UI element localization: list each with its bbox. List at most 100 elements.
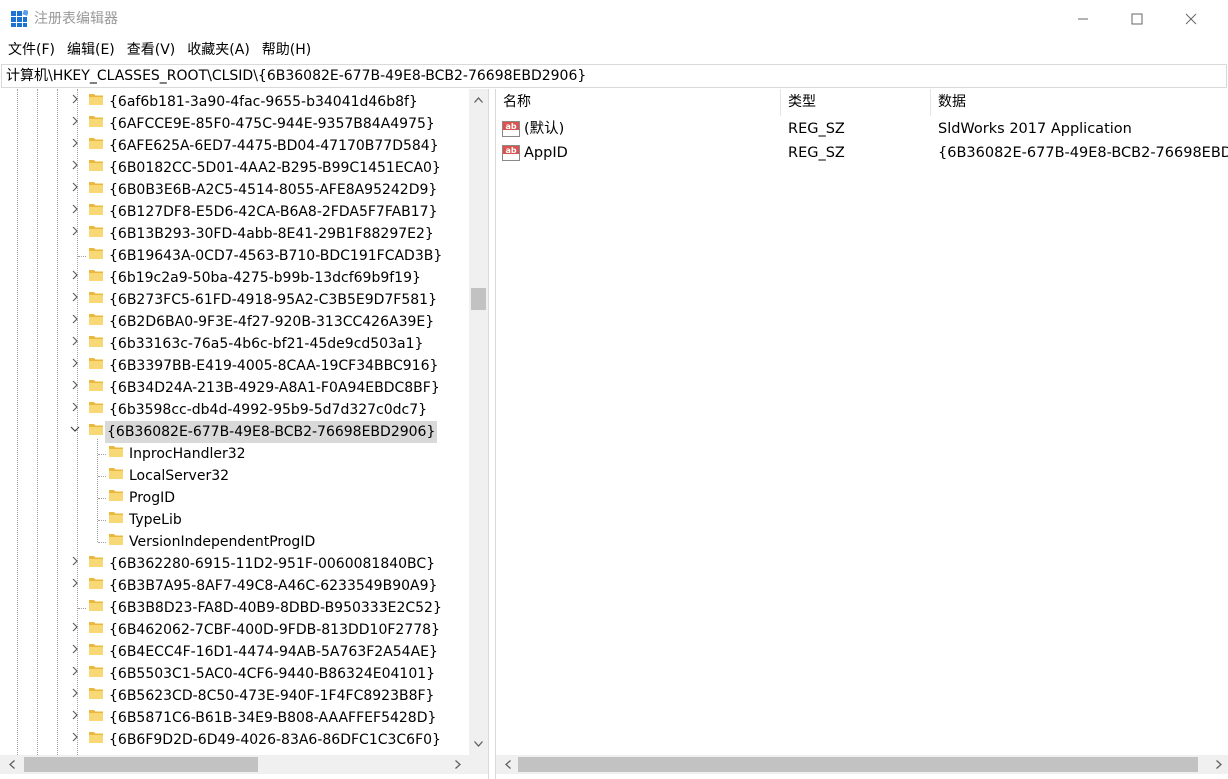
- tree-expander[interactable]: [68, 223, 82, 239]
- value-data: SldWorks 2017 Application: [938, 121, 1132, 137]
- scroll-right-arrow[interactable]: [449, 755, 466, 774]
- tree-expander[interactable]: [68, 311, 82, 327]
- chevron-left-icon: [504, 760, 511, 769]
- menu-favorites[interactable]: 收藏夹(A): [181, 38, 256, 62]
- list-horizontal-scrollbar[interactable]: [496, 755, 1228, 774]
- tree-guide-line: [97, 439, 98, 542]
- tree-expander[interactable]: [68, 355, 82, 371]
- title-bar[interactable]: 注册表编辑器: [0, 0, 1228, 38]
- tree-node-label: {6B3B8D23-FA8D-40B9-8DBD-B950333E2C52}: [109, 600, 442, 616]
- scroll-up-arrow[interactable]: [469, 91, 488, 108]
- folder-icon: [89, 116, 103, 127]
- tree-expander[interactable]: [68, 663, 82, 679]
- registry-editor-icon: [11, 10, 28, 27]
- folder-icon: [89, 578, 103, 589]
- tree-vscroll-thumb[interactable]: [471, 288, 486, 310]
- string-value-icon: ab: [502, 145, 520, 161]
- tree-expander[interactable]: [68, 201, 82, 217]
- tree-expander[interactable]: [68, 399, 82, 415]
- tree-node-label: {6B5503C1-5AC0-4CF6-9440-B86324E04101}: [109, 666, 436, 682]
- list-hscroll-thumb[interactable]: [518, 757, 1198, 772]
- tree-expander[interactable]: [68, 377, 82, 393]
- chevron-right-icon: [1215, 760, 1222, 769]
- tree-expander[interactable]: [68, 685, 82, 701]
- menu-help[interactable]: 帮助(H): [256, 38, 317, 62]
- maximize-icon: [1131, 13, 1143, 25]
- value-name: AppID: [524, 145, 568, 161]
- tree-expander[interactable]: [68, 157, 82, 173]
- close-button[interactable]: [1164, 0, 1218, 38]
- tree-node-label: LocalServer32: [129, 468, 230, 484]
- tree-expander[interactable]: [68, 333, 82, 349]
- chevron-right-icon: [72, 622, 78, 632]
- folder-icon: [89, 182, 103, 193]
- list-header: 名称 类型 数据: [496, 89, 1228, 116]
- tree-guide-line: [98, 498, 106, 499]
- tree-expander[interactable]: [68, 619, 82, 635]
- tree-child-node[interactable]: [0, 509, 469, 531]
- tree-node-label: {6B13B293-30FD-4abb-8E41-29B1F88297E2}: [109, 226, 434, 242]
- key-tree[interactable]: {6af6b181-3a90-4fac-9655-b34041d46b8f} {6…: [0, 89, 469, 755]
- tree-node-label: {6b33163c-76a5-4b6c-bf21-45de9cd503a1}: [109, 336, 424, 352]
- tree-expander[interactable]: [68, 135, 82, 151]
- tree-expander[interactable]: [68, 91, 82, 107]
- tree-expander[interactable]: [68, 553, 82, 569]
- window-title: 注册表编辑器: [34, 11, 118, 27]
- tree-expander[interactable]: [68, 289, 82, 305]
- tree-expander[interactable]: [68, 575, 82, 591]
- folder-icon: [89, 358, 103, 369]
- chevron-right-icon: [72, 226, 78, 236]
- minimize-button[interactable]: [1056, 0, 1110, 38]
- chevron-right-icon: [72, 710, 78, 720]
- value-row[interactable]: ab AppID REG_SZ {6B36082E-677B-49E8-BCB2…: [496, 141, 1228, 165]
- chevron-right-icon: [72, 578, 78, 588]
- column-header-type[interactable]: 类型: [781, 89, 931, 116]
- column-header-name[interactable]: 名称: [496, 89, 781, 116]
- tree-expander[interactable]: [68, 179, 82, 195]
- tree-expander[interactable]: [68, 421, 82, 437]
- folder-icon: [89, 248, 103, 259]
- address-bar[interactable]: 计算机\HKEY_CLASSES_ROOT\CLSID\{6B36082E-67…: [1, 64, 1227, 88]
- chevron-right-icon: [72, 270, 78, 280]
- tree-node-label: {6AFE625A-6ED7-4475-BD04-47170B77D584}: [109, 138, 439, 154]
- tree-hscroll-thumb[interactable]: [24, 757, 258, 772]
- folder-icon: [89, 336, 103, 347]
- folder-icon: [109, 468, 123, 479]
- tree-child-node[interactable]: [0, 465, 469, 487]
- tree-node-label: {6B19643A-0CD7-4563-B710-BDC191FCAD3B}: [109, 248, 443, 264]
- chevron-right-icon: [72, 666, 78, 676]
- tree-expander[interactable]: [68, 267, 82, 283]
- column-header-data[interactable]: 数据: [931, 89, 1228, 116]
- tree-node-label: {6B0B3E6B-A2C5-4514-8055-AFE8A95242D9}: [109, 182, 438, 198]
- chevron-down-icon: [70, 426, 80, 432]
- scroll-left-arrow[interactable]: [499, 755, 516, 774]
- menu-view[interactable]: 查看(V): [121, 38, 182, 62]
- registry-editor-window: 注册表编辑器 文件(F) 编辑(E) 查看(V) 收藏夹(A) 帮助(H) 计算…: [0, 0, 1228, 779]
- tree-expander[interactable]: [68, 113, 82, 129]
- tree-child-node[interactable]: [0, 487, 469, 509]
- chevron-right-icon: [72, 138, 78, 148]
- chevron-right-icon: [72, 94, 78, 104]
- menu-file[interactable]: 文件(F): [2, 38, 61, 62]
- tree-guide-line: [98, 476, 106, 477]
- value-row[interactable]: ab (默认) REG_SZ SldWorks 2017 Application: [496, 117, 1228, 141]
- folder-icon: [89, 710, 103, 721]
- scroll-left-arrow[interactable]: [3, 755, 20, 774]
- tree-guide-line: [78, 256, 86, 257]
- tree-vertical-scrollbar[interactable]: [469, 89, 488, 755]
- folder-icon: [89, 314, 103, 325]
- menu-edit[interactable]: 编辑(E): [61, 38, 121, 62]
- maximize-button[interactable]: [1110, 0, 1164, 38]
- folder-icon: [89, 292, 103, 303]
- scroll-right-arrow[interactable]: [1210, 755, 1227, 774]
- tree-node-label: {6B6F9D2D-6D49-4026-83A6-86DFC1C3C6F0}: [109, 732, 441, 748]
- tree-expander[interactable]: [68, 729, 82, 745]
- tree-horizontal-scrollbar[interactable]: [0, 755, 488, 774]
- folder-icon: [89, 688, 103, 699]
- tree-expander[interactable]: [68, 641, 82, 657]
- tree-expander[interactable]: [68, 707, 82, 723]
- chevron-right-icon: [72, 116, 78, 126]
- scroll-down-arrow[interactable]: [469, 735, 488, 752]
- folder-icon: [109, 512, 123, 523]
- folder-icon: [109, 490, 123, 501]
